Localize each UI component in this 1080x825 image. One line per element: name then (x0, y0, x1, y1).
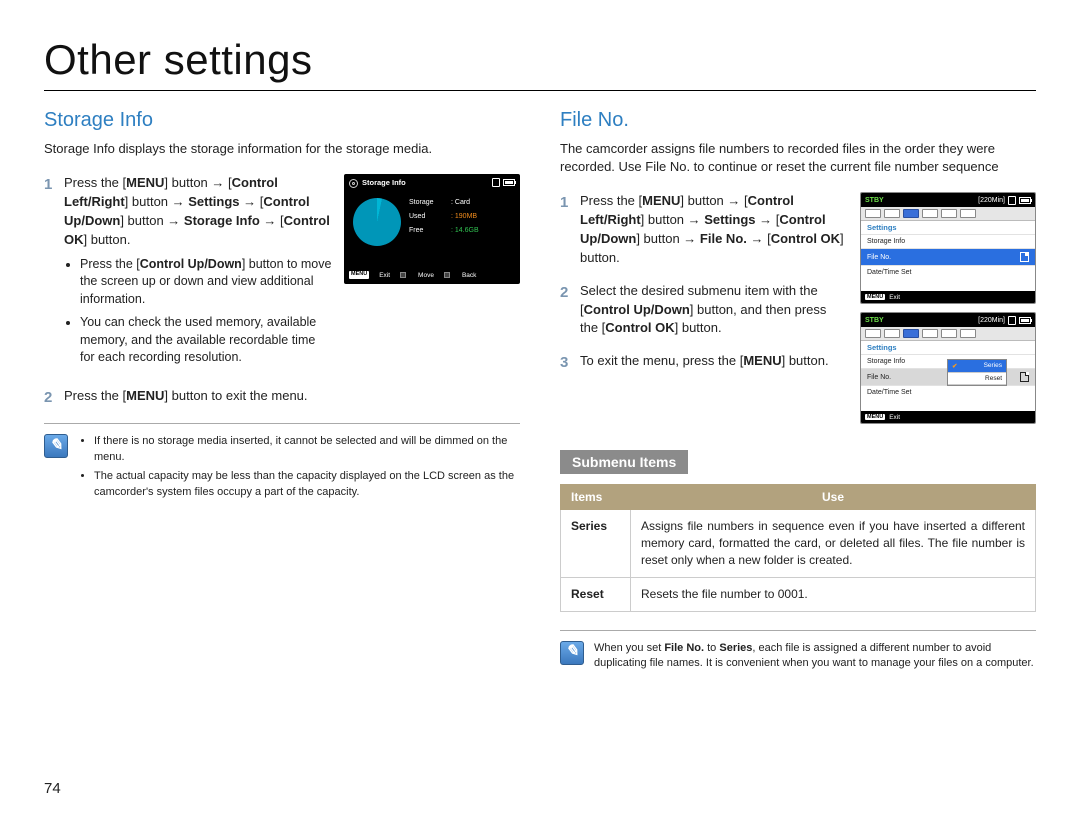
menu-chip: MENU (865, 414, 885, 420)
submenu-popup: ✔Series Reset (947, 359, 1007, 386)
sdcard-icon (492, 178, 500, 187)
tab-icon (903, 329, 919, 338)
menu-option: Date/Time Set (861, 265, 1035, 279)
storage-info-heading: Storage Info (44, 109, 520, 132)
menu-option: Date/Time Set (861, 385, 1035, 399)
note-item: The actual capacity may be less than the… (94, 469, 520, 500)
table-header-use: Use (631, 485, 1036, 510)
tab-icon (941, 329, 957, 338)
note-icon: ✎ (560, 641, 584, 665)
step-number: 3 (560, 352, 568, 374)
note-block: ✎ If there is no storage media inserted,… (44, 423, 520, 504)
stby-label: STBY (865, 197, 884, 204)
battery-icon (1019, 197, 1031, 204)
tab-icon (922, 329, 938, 338)
table-row: Reset Resets the file number to 0001. (561, 577, 1036, 611)
document-icon (1020, 372, 1029, 382)
tab-icon (884, 329, 900, 338)
tab-icon (960, 209, 976, 218)
note-block: ✎ When you set File No. to Series, each … (560, 630, 1036, 672)
lcd-title: Storage Info (362, 178, 406, 189)
table-row: Series Assigns file numbers in sequence … (561, 510, 1036, 577)
storage-info-intro: Storage Info displays the storage inform… (44, 140, 520, 158)
step-number: 1 (560, 192, 568, 214)
tab-icon (941, 209, 957, 218)
menu-option: Storage Info (861, 234, 1035, 248)
note-icon: ✎ (44, 434, 68, 458)
menu-header: Settings (861, 341, 1035, 354)
submenu-items-heading: Submenu Items (560, 450, 688, 474)
note-item: If there is no storage media inserted, i… (94, 434, 520, 465)
step-number: 2 (560, 282, 568, 304)
submenu-table: Items Use Series Assigns file numbers in… (560, 484, 1036, 611)
battery-icon (503, 179, 515, 186)
menu-option-selected: File No. (861, 248, 1035, 265)
file-no-lcd-2: STBY [220Min] (860, 312, 1036, 424)
bullet: You can check the used memory, available… (80, 314, 332, 367)
move-icon (400, 272, 406, 278)
tab-icon (884, 209, 900, 218)
check-icon: ✔ (952, 362, 957, 370)
page-title: Other settings (44, 36, 1036, 91)
document-icon (1020, 252, 1029, 262)
file-no-lcd-1: STBY [220Min] (860, 192, 1036, 304)
battery-icon (1019, 317, 1031, 324)
tab-icon (903, 209, 919, 218)
back-icon (444, 272, 450, 278)
tab-icon (865, 209, 881, 218)
menu-header: Settings (861, 221, 1035, 234)
storage-info-lcd: Storage Info Storage: Card Used: 190MB F (344, 174, 520, 284)
step-number: 1 (44, 174, 52, 196)
left-column: Storage Info Storage Info displays the s… (44, 109, 520, 671)
step-number: 2 (44, 387, 52, 409)
file-no-heading: File No. (560, 109, 1036, 132)
sdcard-icon (1008, 316, 1016, 325)
bullet: Press the [Control Up/Down] button to mo… (80, 256, 332, 309)
tab-icon (865, 329, 881, 338)
right-column: File No. The camcorder assigns file numb… (560, 109, 1036, 671)
table-header-items: Items (561, 485, 631, 510)
page-number: 74 (44, 780, 61, 797)
tab-icon (922, 209, 938, 218)
gear-icon (349, 179, 358, 188)
menu-chip: MENU (865, 294, 885, 300)
tab-icon (960, 329, 976, 338)
file-no-intro: The camcorder assigns file numbers to re… (560, 140, 1036, 176)
sdcard-icon (1008, 196, 1016, 205)
menu-chip: MENU (349, 271, 369, 279)
stby-label: STBY (865, 317, 884, 324)
pie-chart-icon (353, 198, 401, 246)
